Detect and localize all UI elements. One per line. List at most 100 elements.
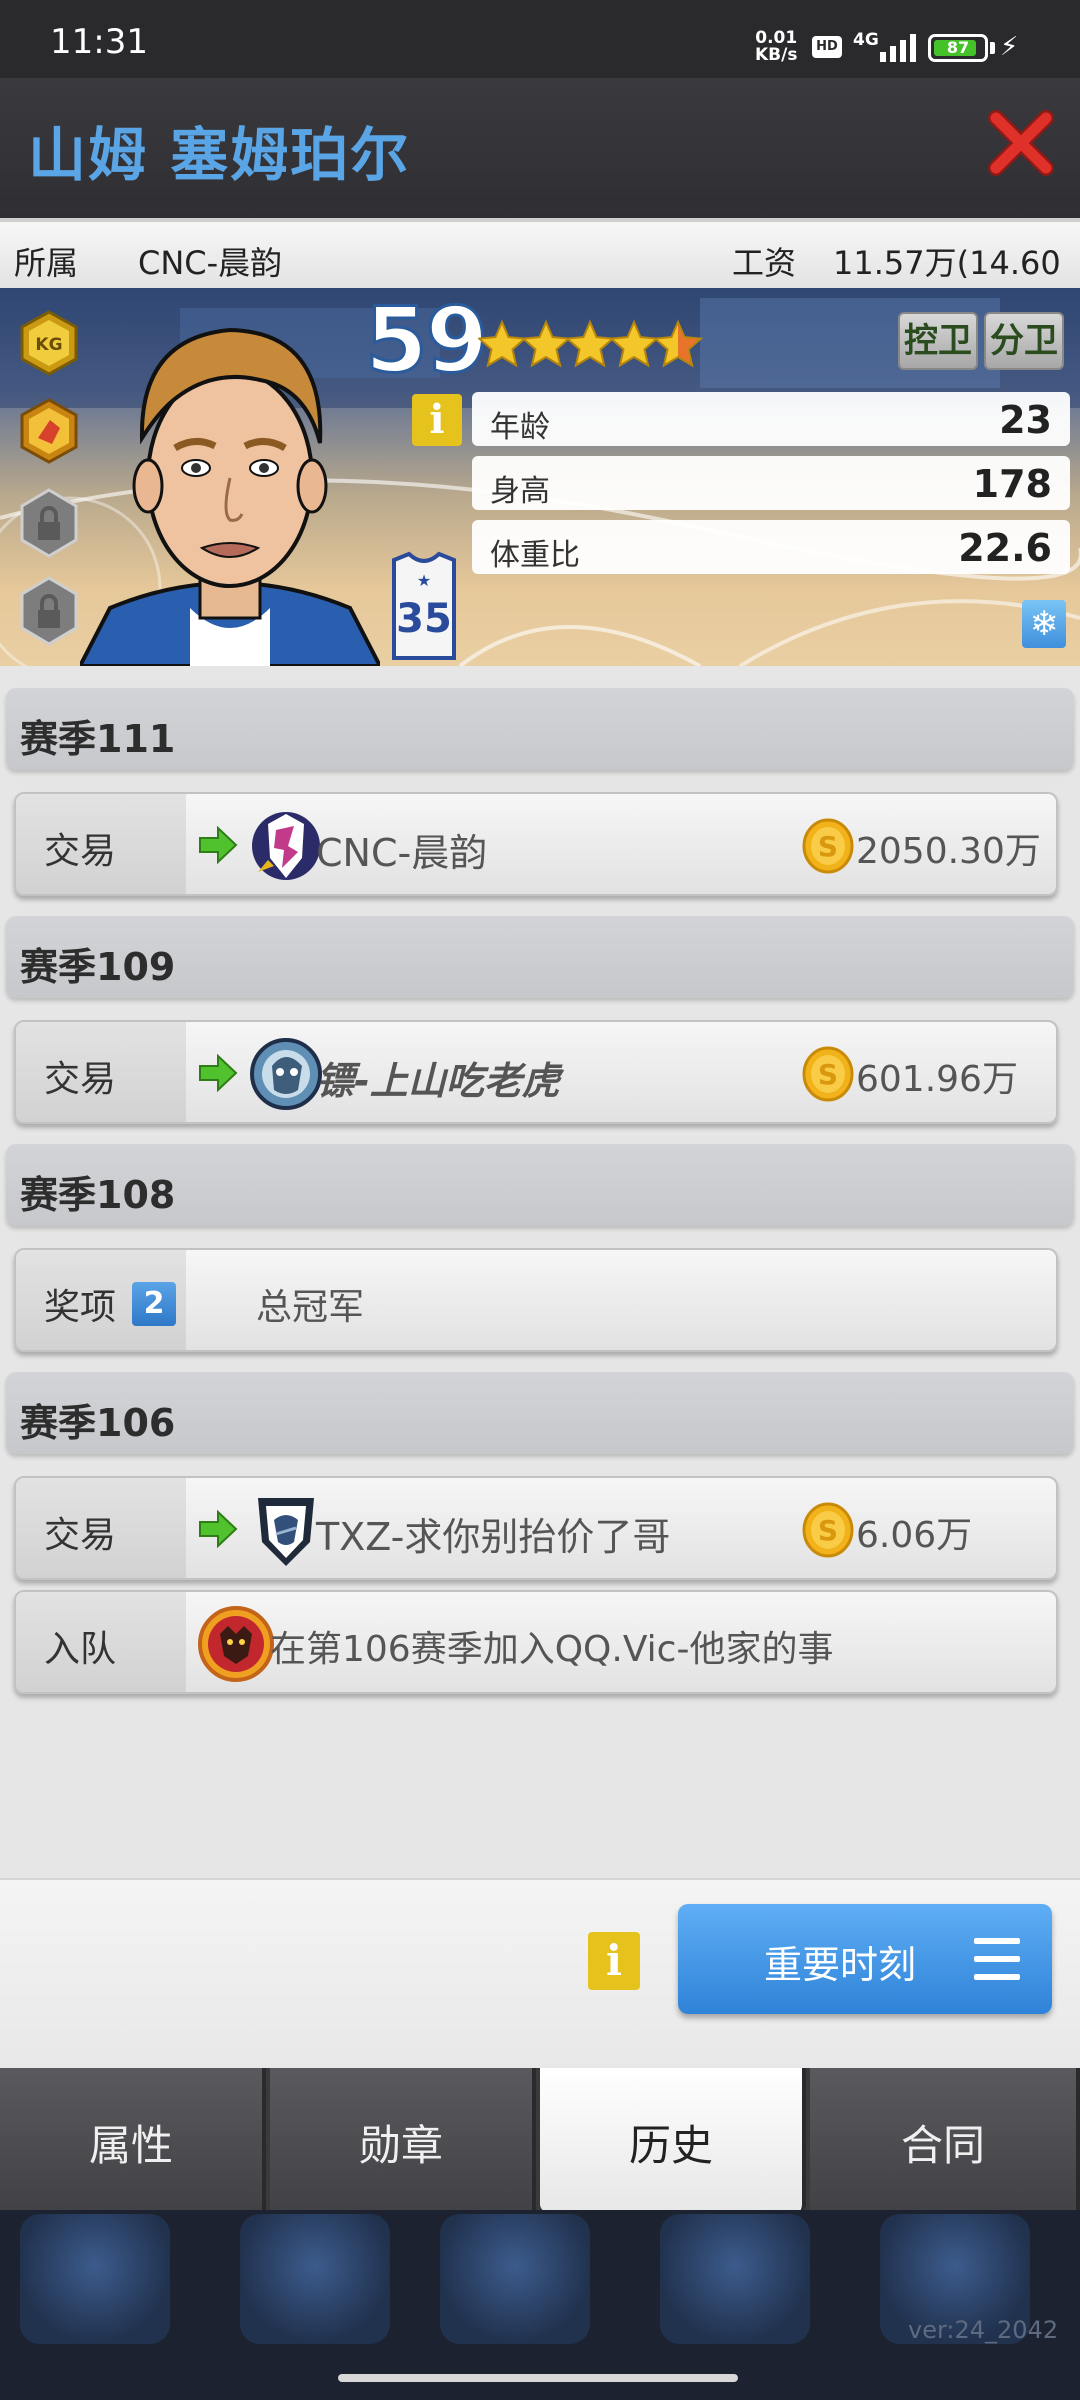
locked-badge-icon[interactable] bbox=[18, 488, 80, 558]
team-logo-icon bbox=[252, 812, 320, 880]
tab-history[interactable]: 历史 bbox=[540, 2068, 806, 2212]
tab-attributes[interactable]: 属性 bbox=[0, 2068, 266, 2210]
blurred-nav-item bbox=[20, 2214, 170, 2344]
team-logo-icon bbox=[250, 1038, 322, 1110]
svg-text:S: S bbox=[818, 830, 838, 863]
player-card: KG 59 i ★ 35 控卫 分卫 年龄 23 身高 178 体重比 22.6… bbox=[0, 288, 1080, 666]
player-rating: 59 bbox=[363, 288, 489, 395]
history-event-trade[interactable]: 交易 镖-上山吃老虎 S 601.96万 bbox=[14, 1020, 1058, 1124]
coin-icon: S bbox=[802, 818, 854, 874]
kg-badge-label: KG bbox=[35, 335, 62, 355]
signal-icon bbox=[880, 34, 916, 62]
event-type: 交易 bbox=[44, 1059, 117, 1100]
battery-icon: 87 bbox=[928, 34, 988, 62]
event-amount: 6.06万 bbox=[856, 1515, 973, 1556]
svg-text:★: ★ bbox=[417, 571, 431, 590]
network-speed: 0.01 KB/s bbox=[755, 30, 797, 64]
network-speed-unit: KB/s bbox=[755, 45, 798, 65]
player-name: 山姆 塞姆珀尔 bbox=[28, 121, 411, 189]
event-team-name: TXZ-求你别抬价了哥 bbox=[316, 1515, 671, 1559]
tab-label: 合同 bbox=[900, 2121, 985, 2170]
tab-label: 历史 bbox=[628, 2121, 713, 2170]
event-type-cell: 交易 bbox=[16, 1478, 186, 1578]
stat-label: 体重比 bbox=[490, 538, 580, 573]
star-rating bbox=[478, 319, 704, 368]
event-team-name: CNC-晨韵 bbox=[316, 831, 488, 875]
kg-badge-icon[interactable]: KG bbox=[16, 310, 82, 376]
season-title: 赛季106 bbox=[20, 1401, 176, 1445]
menu-icon bbox=[974, 1938, 1020, 1980]
coin-icon: S bbox=[802, 1046, 854, 1102]
history-event-join[interactable]: 入队 在第106赛季加入QQ.Vic-他家的事 bbox=[14, 1590, 1058, 1694]
green-arrow-icon bbox=[199, 1054, 238, 1092]
battery-cap bbox=[990, 42, 995, 54]
season-title: 赛季108 bbox=[20, 1173, 176, 1217]
key-moments-label: 重要时刻 bbox=[764, 1943, 917, 1987]
stat-value: 23 bbox=[999, 398, 1052, 442]
info-button[interactable]: i bbox=[588, 1932, 640, 1990]
home-indicator[interactable] bbox=[338, 2374, 738, 2382]
skill-badge-icon[interactable] bbox=[16, 398, 82, 464]
star-icon bbox=[652, 319, 704, 368]
blurred-nav-item bbox=[440, 2214, 590, 2344]
snowflake-icon[interactable]: ❄ bbox=[1022, 600, 1066, 648]
event-amount: 601.96万 bbox=[856, 1059, 1018, 1100]
star-icon bbox=[520, 319, 572, 368]
stat-value: 22.6 bbox=[958, 526, 1052, 570]
close-icon bbox=[988, 110, 1054, 176]
green-arrow-icon bbox=[199, 826, 238, 864]
status-time: 11:31 bbox=[50, 22, 148, 62]
event-type: 交易 bbox=[44, 1515, 117, 1556]
event-type: 入队 bbox=[44, 1629, 117, 1670]
key-moments-button[interactable]: 重要时刻 bbox=[678, 1904, 1052, 2014]
tab-badges[interactable]: 勋章 bbox=[270, 2068, 536, 2210]
info-icon[interactable]: i bbox=[412, 394, 462, 446]
version-text: ver:24_2042 bbox=[908, 2316, 1059, 2344]
event-type-cell: 交易 bbox=[16, 1022, 186, 1122]
position-tag-sg: 分卫 bbox=[984, 312, 1064, 370]
locked-badge-icon[interactable] bbox=[18, 576, 80, 646]
blurred-nav-item bbox=[240, 2214, 390, 2344]
team-logo-icon bbox=[258, 1498, 314, 1566]
charging-icon: ⚡ bbox=[1000, 32, 1019, 62]
event-type-cell: 交易 bbox=[16, 794, 186, 894]
tab-label: 属性 bbox=[88, 2121, 173, 2170]
stat-value: 178 bbox=[972, 462, 1052, 506]
history-list[interactable]: 赛季111 交易 CNC-晨韵 S 2050.30万 赛季109 交易 镖-上山… bbox=[0, 666, 1080, 1878]
history-event-trade[interactable]: 交易 CNC-晨韵 S 2050.30万 bbox=[14, 792, 1058, 896]
hd-icon: HD bbox=[812, 36, 842, 58]
team-logo-icon bbox=[198, 1606, 274, 1682]
tab-contract[interactable]: 合同 bbox=[810, 2068, 1080, 2210]
position-tag-pg: 控卫 bbox=[898, 312, 978, 370]
star-icon bbox=[608, 319, 660, 368]
svg-text:S: S bbox=[818, 1514, 838, 1547]
close-button[interactable] bbox=[986, 108, 1056, 178]
stat-row-age: 年龄 23 bbox=[472, 392, 1070, 446]
svg-text:S: S bbox=[818, 1058, 838, 1091]
event-type: 奖项 bbox=[44, 1287, 117, 1328]
network-type: 4G bbox=[853, 30, 879, 50]
jersey-number: 35 bbox=[396, 596, 452, 642]
award-name: 总冠军 bbox=[256, 1287, 365, 1328]
event-team-name: 镖-上山吃老虎 bbox=[316, 1059, 560, 1103]
status-bar: 11:31 0.01 KB/s HD 4G 87 ⚡ bbox=[0, 0, 1080, 78]
season-title: 赛季109 bbox=[20, 945, 176, 989]
team-salary-row: 所属 CNC-晨韵 工资 11.57万(14.60万) bbox=[0, 218, 1080, 328]
history-event-trade[interactable]: 交易 TXZ-求你别抬价了哥 S 6.06万 bbox=[14, 1476, 1058, 1580]
green-arrow-icon bbox=[199, 1510, 238, 1548]
salary-label: 工资 bbox=[732, 244, 797, 282]
star-icon bbox=[478, 319, 528, 368]
event-amount: 2050.30万 bbox=[856, 831, 1041, 872]
history-event-award[interactable]: 奖项 2 总冠军 bbox=[14, 1248, 1058, 1352]
coin-icon: S bbox=[802, 1502, 854, 1558]
season-header: 赛季109 bbox=[6, 916, 1074, 998]
team-value: CNC-晨韵 bbox=[138, 244, 283, 282]
join-description: 在第106赛季加入QQ.Vic-他家的事 bbox=[270, 1629, 834, 1670]
season-header: 赛季106 bbox=[6, 1372, 1074, 1454]
event-type: 交易 bbox=[44, 831, 117, 872]
action-bar: i 重要时刻 bbox=[0, 1878, 1080, 2068]
stat-row-weight-ratio: 体重比 22.6 bbox=[472, 520, 1070, 574]
title-bar: 山姆 塞姆珀尔 bbox=[0, 78, 1080, 218]
background-nav: ver:24_2042 bbox=[0, 2210, 1080, 2400]
season-header: 赛季108 bbox=[6, 1144, 1074, 1226]
